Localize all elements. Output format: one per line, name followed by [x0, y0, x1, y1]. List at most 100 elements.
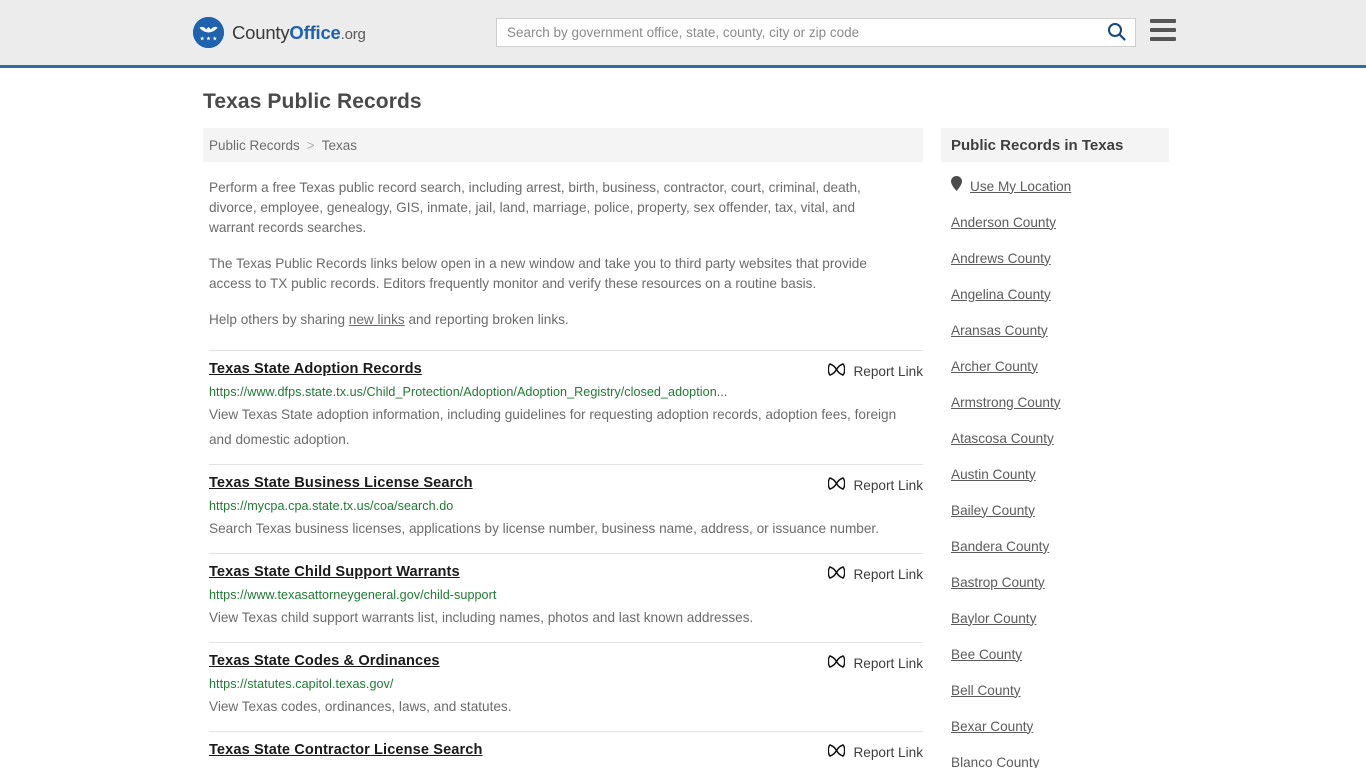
sidebar-item-label[interactable]: Angelina County — [951, 287, 1051, 302]
search-icon — [1107, 22, 1126, 44]
result-header: Texas State Business License Search Repo… — [209, 475, 923, 494]
sidebar-item-label[interactable]: Bandera County — [951, 539, 1049, 554]
sidebar-item-armstrong-county[interactable]: Armstrong County — [951, 384, 1169, 420]
result-description: View Texas State adoption information, i… — [209, 407, 897, 447]
sidebar-item-label[interactable]: Bell County — [951, 683, 1021, 698]
result-url: https://www.dfps.state.tx.us/Child_Prote… — [209, 385, 728, 399]
sidebar-item-label[interactable]: Blanco County — [951, 755, 1039, 768]
breadcrumb-item-texas: Texas — [321, 137, 357, 153]
search-button[interactable] — [1097, 19, 1135, 46]
report-link-button[interactable]: Report Link — [828, 475, 923, 494]
broken-link-icon — [828, 654, 846, 672]
brand-wordmark: CountyOffice.org — [232, 22, 366, 44]
report-link-label: Report Link — [853, 477, 923, 493]
broken-link-icon — [828, 565, 846, 583]
result-row: Texas State Codes & Ordinances Report Li… — [209, 643, 923, 732]
sidebar-item-label[interactable]: Baylor County — [951, 611, 1036, 626]
help-text-after: and reporting broken links. — [404, 312, 569, 327]
broken-link-icon — [828, 743, 846, 761]
sidebar-item-label[interactable]: Andrews County — [951, 251, 1051, 266]
sidebar-item-anderson-county[interactable]: Anderson County — [951, 204, 1169, 240]
result-row: Texas State Business License Search Repo… — [209, 465, 923, 554]
sidebar-title: Public Records in Texas — [941, 128, 1169, 162]
sidebar-item-label[interactable]: Aransas County — [951, 323, 1048, 338]
sidebar-item-archer-county[interactable]: Archer County — [951, 348, 1169, 384]
result-header: Texas State Contractor License Search Re… — [209, 742, 923, 761]
result-row: Texas State Contractor License Search Re… — [209, 732, 923, 768]
help-text-before: Help others by sharing — [209, 312, 349, 327]
main-column: Public Records > Texas Perform a free Te… — [203, 128, 923, 768]
page-title: Texas Public Records — [203, 90, 422, 113]
result-title-link[interactable]: Texas State Child Support Warrants — [209, 564, 460, 580]
search-input[interactable] — [497, 19, 1097, 46]
report-link-button[interactable]: Report Link — [828, 564, 923, 583]
sidebar-item-bell-county[interactable]: Bell County — [951, 672, 1169, 708]
sidebar-item-label[interactable]: Bailey County — [951, 503, 1035, 518]
sidebar-item-bee-county[interactable]: Bee County — [951, 636, 1169, 672]
sidebar-item-label[interactable]: Austin County — [951, 467, 1036, 482]
result-row: Texas State Child Support Warrants Repor… — [209, 554, 923, 643]
sidebar-item-use-my-location[interactable]: Use My Location — [951, 168, 1169, 204]
result-description: View Texas codes, ordinances, laws, and … — [209, 699, 512, 714]
result-header: Texas State Codes & Ordinances Report Li… — [209, 653, 923, 672]
sidebar-item-label[interactable]: Use My Location — [970, 179, 1071, 194]
sidebar-item-bailey-county[interactable]: Bailey County — [951, 492, 1169, 528]
sidebar-item-label[interactable]: Bastrop County — [951, 575, 1045, 590]
result-title-link[interactable]: Texas State Codes & Ordinances — [209, 653, 440, 669]
result-description: View Texas child support warrants list, … — [209, 610, 754, 625]
broken-link-icon — [828, 476, 846, 494]
sidebar-item-label[interactable]: Archer County — [951, 359, 1038, 374]
sidebar-item-austin-county[interactable]: Austin County — [951, 456, 1169, 492]
brand-part-org: .org — [340, 25, 366, 43]
result-header: Texas State Adoption Records Report Link — [209, 361, 923, 380]
content-columns: Public Records > Texas Perform a free Te… — [0, 114, 1366, 768]
result-url: https://statutes.capitol.texas.gov/ — [209, 677, 394, 691]
sidebar-item-label[interactable]: Atascosa County — [951, 431, 1054, 446]
sidebar-item-bandera-county[interactable]: Bandera County — [951, 528, 1169, 564]
sidebar-item-angelina-county[interactable]: Angelina County — [951, 276, 1169, 312]
result-row: Texas State Adoption Records Report Link… — [209, 350, 923, 465]
results-list: Texas State Adoption Records Report Link… — [203, 350, 923, 768]
sidebar-item-baylor-county[interactable]: Baylor County — [951, 600, 1169, 636]
hamburger-bar — [1150, 19, 1176, 23]
sidebar-item-atascosa-county[interactable]: Atascosa County — [951, 420, 1169, 456]
sidebar-item-andrews-county[interactable]: Andrews County — [951, 240, 1169, 276]
broken-link-icon — [828, 362, 846, 380]
sidebar-item-aransas-county[interactable]: Aransas County — [951, 312, 1169, 348]
sidebar-item-blanco-county[interactable]: Blanco County — [951, 744, 1169, 768]
sidebar: Public Records in Texas Use My Location … — [941, 128, 1169, 768]
sidebar-item-bastrop-county[interactable]: Bastrop County — [951, 564, 1169, 600]
breadcrumb: Public Records > Texas — [203, 128, 923, 162]
page-body: Texas Public Records Public Records > Te… — [0, 68, 1366, 768]
intro-text: Perform a free Texas public record searc… — [203, 178, 923, 330]
new-links-link[interactable]: new links — [349, 312, 405, 327]
result-header: Texas State Child Support Warrants Repor… — [209, 564, 923, 583]
sidebar-item-label[interactable]: Bee County — [951, 647, 1022, 662]
hamburger-menu-icon[interactable] — [1150, 19, 1176, 41]
result-description: Search Texas business licenses, applicat… — [209, 521, 879, 536]
result-title-link[interactable]: Texas State Business License Search — [209, 475, 473, 491]
report-link-button[interactable]: Report Link — [828, 653, 923, 672]
report-link-label: Report Link — [853, 363, 923, 379]
report-link-label: Report Link — [853, 744, 923, 760]
intro-paragraph-2: The Texas Public Records links below ope… — [209, 256, 867, 291]
sidebar-item-label[interactable]: Bexar County — [951, 719, 1033, 734]
sidebar-item-label[interactable]: Armstrong County — [951, 395, 1061, 410]
result-title-link[interactable]: Texas State Contractor License Search — [209, 742, 483, 758]
report-link-button[interactable]: Report Link — [828, 361, 923, 380]
sidebar-county-list: Use My Location Anderson County Andrews … — [941, 162, 1169, 768]
site-logo-link[interactable]: CountyOffice.org — [193, 17, 366, 48]
intro-paragraph-1: Perform a free Texas public record searc… — [209, 180, 861, 235]
sidebar-item-label[interactable]: Anderson County — [951, 215, 1056, 230]
intro-paragraph-3: Help others by sharing new links and rep… — [209, 310, 889, 330]
result-title-link[interactable]: Texas State Adoption Records — [209, 361, 422, 377]
result-url: https://mycpa.cpa.state.tx.us/coa/search… — [209, 499, 454, 513]
map-pin-icon — [951, 176, 962, 196]
site-header: CountyOffice.org — [0, 0, 1366, 68]
breadcrumb-item-public-records[interactable]: Public Records — [209, 138, 300, 153]
hamburger-bar — [1150, 28, 1176, 32]
report-link-label: Report Link — [853, 655, 923, 671]
search-bar[interactable] — [496, 18, 1136, 47]
sidebar-item-bexar-county[interactable]: Bexar County — [951, 708, 1169, 744]
report-link-button[interactable]: Report Link — [828, 742, 923, 761]
